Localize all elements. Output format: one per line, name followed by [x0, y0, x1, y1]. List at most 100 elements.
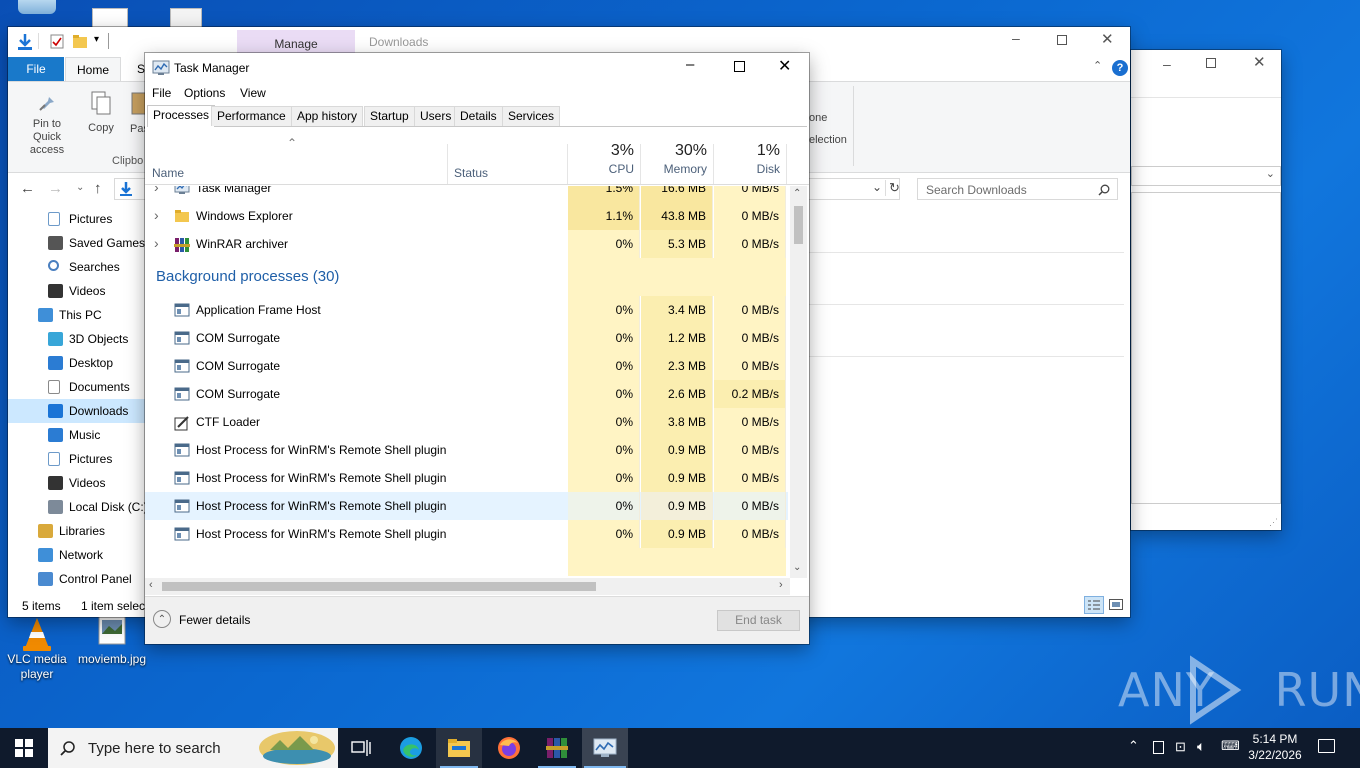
forward-arrow-icon[interactable]: → — [48, 180, 63, 197]
show-hidden-icons-icon[interactable]: ⌃ — [1128, 738, 1139, 754]
tab-details[interactable]: Details — [454, 106, 503, 126]
process-row[interactable]: Host Process for WinRM's Remote Shell pl… — [145, 520, 788, 548]
taskbar-edge[interactable] — [388, 728, 434, 768]
address-bar-end[interactable]: ⌄ ↻ — [808, 178, 900, 200]
menu-view[interactable]: View — [240, 86, 266, 100]
ribbon-tab-share[interactable]: S — [137, 62, 145, 76]
clock[interactable]: 5:14 PM 3/22/2026 — [1244, 731, 1306, 765]
properties-icon[interactable] — [50, 34, 64, 49]
tab-app-history[interactable]: App history — [291, 106, 364, 126]
notifications-icon[interactable] — [1318, 739, 1335, 753]
scroll-left-icon[interactable]: ‹ — [149, 579, 153, 591]
expand-chevron-icon[interactable]: › — [154, 186, 159, 195]
minimize-icon[interactable]: – — [1012, 30, 1020, 46]
nav-item-network[interactable]: Network — [8, 543, 146, 567]
process-row[interactable]: Host Process for WinRM's Remote Shell pl… — [145, 436, 788, 464]
network-icon[interactable]: ⊡ — [1175, 739, 1186, 755]
expand-chevron-icon[interactable]: › — [154, 235, 159, 251]
nav-item-videos[interactable]: Videos — [8, 471, 146, 495]
pin-to-quick-access-button[interactable]: Pin to Quick access — [14, 90, 80, 156]
desktop-icon-partial[interactable] — [18, 0, 56, 14]
taskbar-winrar[interactable] — [534, 728, 580, 768]
tab-users[interactable]: Users — [414, 106, 458, 126]
process-row[interactable]: Host Process for WinRM's Remote Shell pl… — [145, 492, 788, 520]
column-status[interactable]: Status — [454, 166, 488, 180]
process-row[interactable]: › Windows Explorer 1.1% 43.8 MB 0 MB/s — [145, 202, 788, 230]
process-row[interactable]: COM Surrogate 0% 2.6 MB 0.2 MB/s — [145, 380, 788, 408]
process-row[interactable]: COM Surrogate 0% 2.3 MB 0 MB/s — [145, 352, 788, 380]
expand-chevron-icon[interactable]: › — [154, 207, 159, 223]
process-row[interactable]: Application Frame Host 0% 3.4 MB 0 MB/s — [145, 296, 788, 324]
nav-item-documents[interactable]: Documents — [8, 375, 146, 399]
process-row[interactable]: Host Process for WinRM's Remote Shell pl… — [145, 464, 788, 492]
column-name[interactable]: Name — [152, 166, 184, 180]
navigation-pane[interactable]: Pictures Saved Games Searches Videos This PC… — [8, 207, 146, 595]
scroll-right-icon[interactable]: › — [779, 579, 783, 591]
nav-item-libraries[interactable]: Libraries — [8, 519, 146, 543]
background-window[interactable]: – ✕ ⌄ ⋰ — [1131, 50, 1281, 530]
nav-item-pictures[interactable]: Pictures — [8, 207, 146, 231]
back-arrow-icon[interactable]: ← — [20, 180, 35, 197]
resize-grip-icon[interactable]: ⋰ — [1269, 517, 1278, 528]
nav-item-3d-objects[interactable]: 3D Objects — [8, 327, 146, 351]
nav-item-saved-games[interactable]: Saved Games — [8, 231, 146, 255]
process-row[interactable]: › WinRAR archiver 0% 5.3 MB 0 MB/s — [145, 230, 788, 258]
ribbon-tab-file[interactable]: File — [8, 57, 64, 81]
maximize-icon[interactable] — [1057, 35, 1067, 45]
nav-item-desktop[interactable]: Desktop — [8, 351, 146, 375]
customize-qat-icon[interactable]: ▾ — [94, 34, 99, 45]
maximize-icon[interactable] — [734, 61, 745, 72]
tray-app-icon[interactable] — [1153, 741, 1164, 754]
scroll-down-icon[interactable]: ⌄ — [793, 562, 801, 573]
minimize-icon[interactable]: – — [1163, 56, 1171, 72]
horizontal-scrollbar[interactable]: ‹ › — [145, 578, 790, 595]
nav-item-this-pc[interactable]: This PC — [8, 303, 146, 327]
refresh-icon[interactable]: ↻ — [885, 180, 900, 196]
dropdown-field[interactable]: ⌄ — [1131, 166, 1281, 186]
manage-contextual-tab[interactable]: Manage — [237, 30, 355, 55]
scroll-thumb[interactable] — [162, 582, 596, 591]
details-view-icon[interactable] — [1084, 596, 1104, 614]
nav-item-control-panel[interactable]: Control Panel — [8, 567, 146, 591]
close-icon[interactable]: ✕ — [778, 56, 791, 76]
taskmgr-titlebar[interactable]: Task Manager – ✕ — [145, 53, 809, 83]
menu-options[interactable]: Options — [184, 86, 225, 100]
process-row[interactable]: › Task Manager 1.5% 16.6 MB 0 MB/s — [145, 186, 788, 202]
nav-item-music[interactable]: Music — [8, 423, 146, 447]
taskbar-firefox[interactable] — [486, 728, 532, 768]
nav-item-videos[interactable]: Videos — [8, 279, 146, 303]
large-icons-view-icon[interactable] — [1109, 599, 1123, 610]
nav-item-local-disk-c[interactable]: Local Disk (C:) — [8, 495, 146, 519]
recent-chevron-icon[interactable]: ⌄ — [76, 182, 84, 193]
close-icon[interactable]: ✕ — [1253, 53, 1266, 71]
tab-services[interactable]: Services — [502, 106, 561, 126]
address-dropdown-icon[interactable]: ⌄ — [872, 180, 882, 194]
process-list[interactable]: › Task Manager 1.5% 16.6 MB 0 MB/s › Windows E… — [145, 186, 788, 578]
tab-processes[interactable]: Processes — [147, 105, 216, 127]
scroll-up-icon[interactable]: ⌃ — [793, 188, 801, 199]
up-arrow-icon[interactable]: ↑ — [94, 180, 102, 197]
nav-item-downloads[interactable]: Downloads — [8, 399, 146, 423]
taskbar-task-manager[interactable] — [582, 728, 628, 768]
copy-button[interactable]: Copy — [84, 90, 118, 140]
new-folder-icon[interactable] — [72, 34, 88, 49]
invert-selection-label[interactable]: election — [809, 134, 847, 146]
scroll-thumb[interactable] — [794, 206, 803, 244]
search-box[interactable]: Search Downloads — [917, 178, 1118, 200]
tab-performance[interactable]: Performance — [211, 106, 292, 126]
volume-icon[interactable]: 🔈︎ — [1197, 738, 1205, 755]
process-row[interactable] — [145, 548, 788, 576]
help-icon[interactable]: ? — [1112, 60, 1128, 76]
process-row[interactable]: CTF Loader 0% 3.8 MB 0 MB/s — [145, 408, 788, 436]
task-manager-window[interactable]: Task Manager – ✕ File Options View Proce… — [145, 53, 809, 644]
column-disk[interactable]: 1% Disk — [714, 142, 786, 184]
process-row[interactable]: COM Surrogate 0% 1.2 MB 0 MB/s — [145, 324, 788, 352]
column-memory[interactable]: 30% Memory — [641, 142, 713, 184]
column-cpu[interactable]: 3% CPU — [568, 142, 640, 184]
taskbar-task-view[interactable] — [338, 728, 384, 768]
taskbar-search-box[interactable]: Type here to search — [48, 728, 338, 768]
start-button[interactable] — [0, 728, 48, 768]
ime-icon[interactable]: ⌨︎ — [1221, 738, 1240, 754]
nav-item-pictures[interactable]: Pictures — [8, 447, 146, 471]
tab-startup[interactable]: Startup — [364, 106, 415, 126]
